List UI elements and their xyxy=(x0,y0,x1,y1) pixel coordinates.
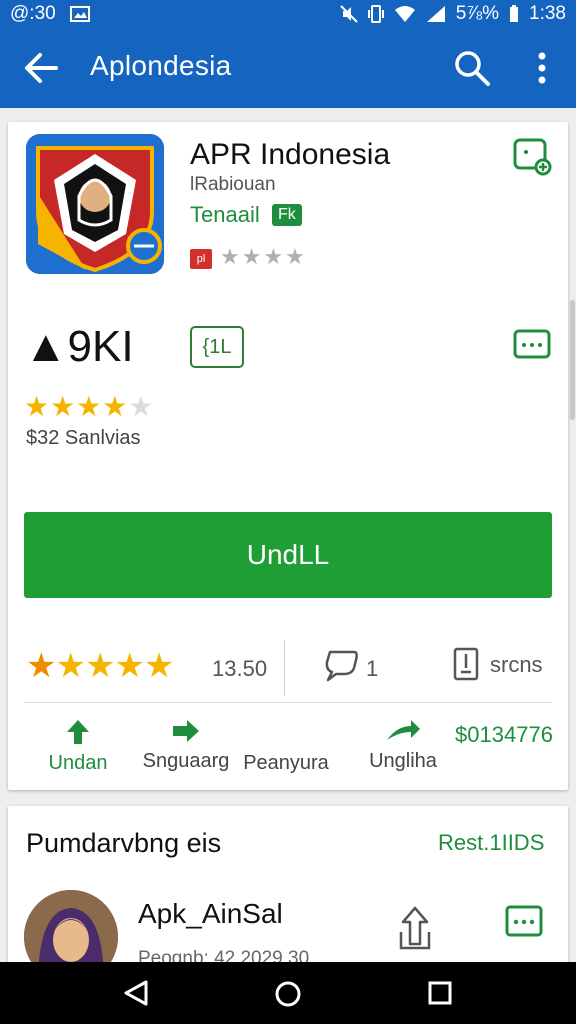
app-name: APR Indonesia xyxy=(190,138,391,171)
nav-recents-icon[interactable] xyxy=(428,981,452,1005)
battery-icon xyxy=(510,5,519,22)
comment-icon[interactable] xyxy=(324,648,360,682)
action-label: Peanyura xyxy=(243,752,329,774)
reviewer-name: Apk_AinSal xyxy=(138,898,283,929)
divider xyxy=(24,702,552,703)
divider xyxy=(284,640,285,696)
nav-home-icon[interactable] xyxy=(274,980,302,1008)
action-undan[interactable]: Undan xyxy=(38,718,118,775)
app-bar: Aplondesia xyxy=(0,28,576,108)
action-label: Undan xyxy=(48,752,108,774)
nav-bar xyxy=(0,962,576,1024)
action-snguaarg[interactable]: Snguaarg xyxy=(136,718,236,773)
action-ungliha[interactable]: Ungliha xyxy=(358,718,448,773)
arrow-right-icon xyxy=(173,720,199,742)
developer-name[interactable]: lRabiouan xyxy=(190,174,276,196)
document-icon[interactable] xyxy=(452,646,480,682)
forward-arrow-icon xyxy=(387,720,420,740)
document-label: srcns xyxy=(490,652,543,677)
wifi-icon xyxy=(394,6,415,22)
see-more-link[interactable]: Rest.1IIDS xyxy=(438,830,544,856)
app-icon[interactable] xyxy=(26,134,164,274)
editor-badge: {1L xyxy=(190,326,244,368)
mute-icon xyxy=(339,5,358,23)
comment-count: 1 xyxy=(366,656,379,681)
action-price[interactable]: $0134776 xyxy=(452,722,556,748)
chat-icon[interactable] xyxy=(512,328,552,364)
status-bar: @:30 5⅞% 1:38 xyxy=(0,0,576,28)
stats-stars: ★★★★★ xyxy=(26,647,174,685)
shield-emblem-icon xyxy=(26,134,164,274)
mini-rating-stars: ★★★★ xyxy=(220,244,307,269)
section-title: Pumdarvbng eis xyxy=(26,828,222,858)
status-left-text: @:30 xyxy=(10,3,56,24)
page-title: Aplondesia xyxy=(90,50,232,81)
stats-score: 13.50 xyxy=(212,656,268,681)
reviews-card: Pumdarvbng eis Rest.1IIDS Apk_AinSal Peo… xyxy=(8,806,568,984)
signal-icon xyxy=(426,6,445,22)
more-vert-icon[interactable] xyxy=(528,48,556,88)
star-empty-icon: ★ xyxy=(128,391,155,422)
app-details-card: APR Indonesia lRabiouan Tenaail Fk pl ★★… xyxy=(8,122,568,790)
search-icon[interactable] xyxy=(452,48,492,88)
install-button[interactable]: UndLL xyxy=(24,512,552,598)
rating-stars: ★★★★★ xyxy=(24,390,155,423)
rating-score: ▲9KI xyxy=(24,322,134,371)
category-badge: Fk xyxy=(272,204,302,226)
scrollbar[interactable] xyxy=(570,300,575,420)
arrow-up-icon xyxy=(67,720,89,744)
star-filled-icon: ★★★★ xyxy=(24,391,129,422)
clock: 1:38 xyxy=(529,3,566,24)
action-label: Ungliha xyxy=(369,750,437,772)
content-rating-badge: pl xyxy=(190,249,212,269)
vibrate-icon xyxy=(367,5,384,23)
battery-percent: 5⅞% xyxy=(455,3,500,24)
action-label: $0134776 xyxy=(455,722,553,747)
category-label[interactable]: Tenaail xyxy=(190,202,260,228)
nav-back-icon[interactable] xyxy=(122,979,150,1007)
wishlist-add-icon[interactable] xyxy=(512,136,552,178)
stats-row: ★★★★★ 13.50 1 srcns xyxy=(8,632,568,702)
price-text: $32 Sanlvias xyxy=(26,427,141,449)
action-label: Snguaarg xyxy=(142,750,230,772)
action-peanyura[interactable]: Peanyura xyxy=(234,746,338,775)
image-notification-icon xyxy=(69,6,90,22)
arrow-left-icon[interactable] xyxy=(22,50,60,86)
message-icon[interactable] xyxy=(504,904,544,942)
share-icon[interactable] xyxy=(398,904,432,952)
